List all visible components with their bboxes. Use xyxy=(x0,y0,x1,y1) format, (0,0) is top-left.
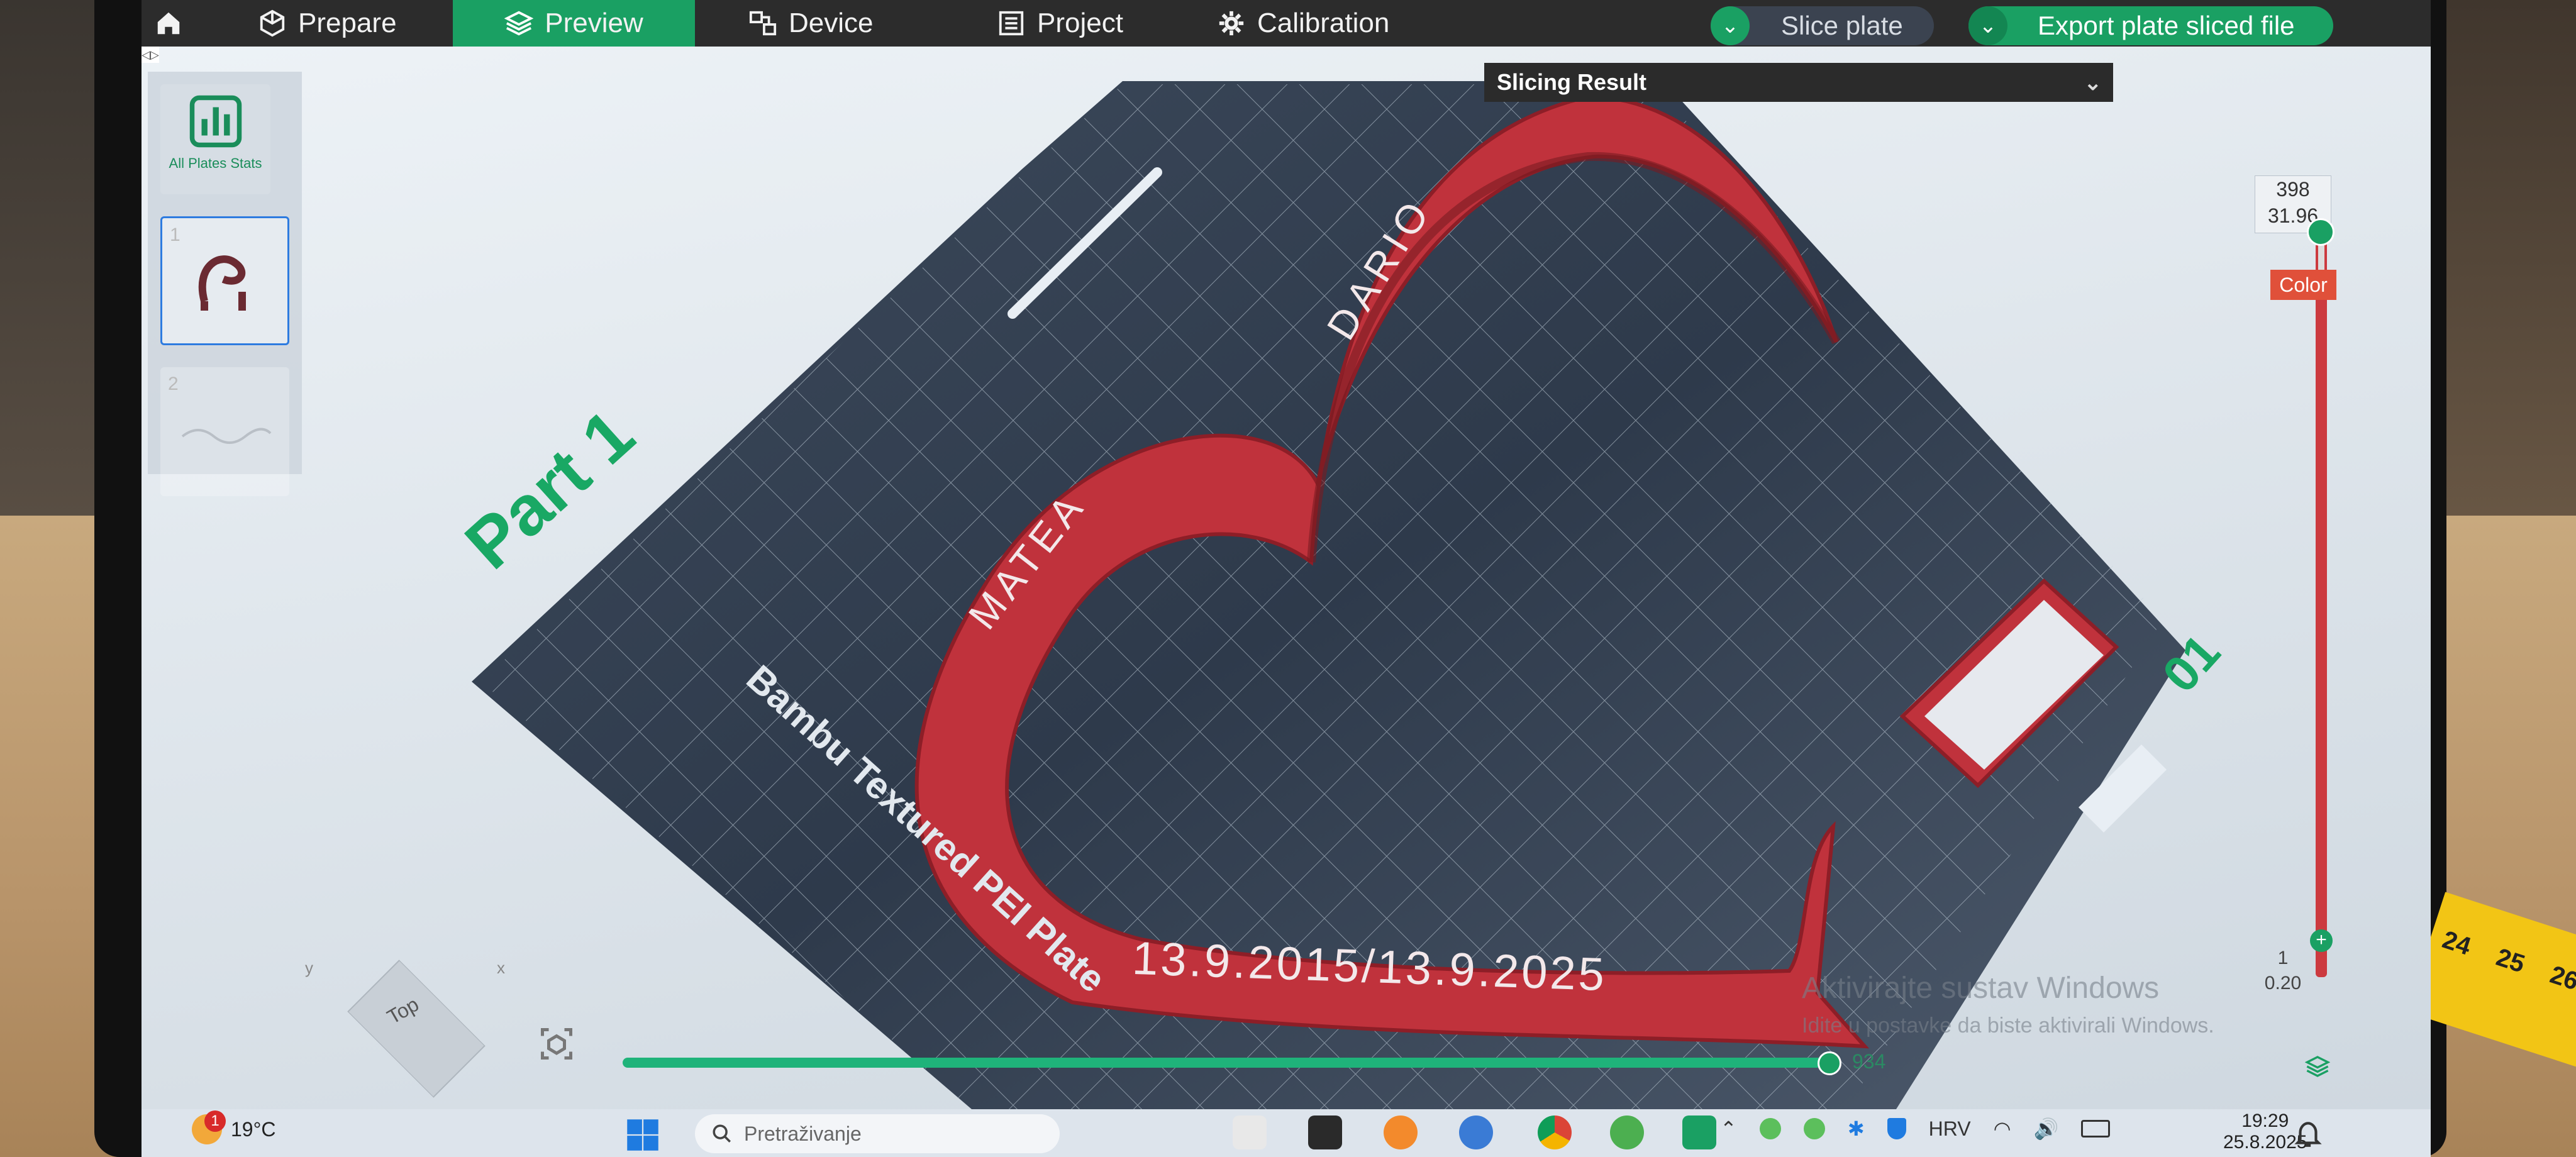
all-plates-stats-button[interactable]: All Plates Stats xyxy=(160,84,270,194)
all-plates-stats-label: All Plates Stats xyxy=(169,155,262,171)
activation-watermark-subtitle: Idite u postavke da biste aktivirali Win… xyxy=(1802,1014,2214,1038)
notification-badge: 1 xyxy=(204,1110,226,1132)
gear-icon xyxy=(1219,11,1244,36)
tab-calibration-label: Calibration xyxy=(1257,8,1390,38)
tape-number: 26 xyxy=(2546,960,2576,996)
layers-icon xyxy=(504,11,534,36)
store-icon[interactable] xyxy=(1308,1115,1342,1149)
utorrent-tray-icon-2[interactable] xyxy=(1803,1118,1825,1139)
laptop-screen: Prepare Preview Device Project Calibrati… xyxy=(142,0,2431,1157)
camera-reset-icon[interactable] xyxy=(538,1025,575,1063)
sun-icon: 1 xyxy=(192,1110,226,1144)
activation-watermark-title: Aktivirajte sustav Windows xyxy=(1802,972,2160,1005)
project-icon xyxy=(999,11,1024,36)
taskbar-search[interactable]: Pretraživanje xyxy=(695,1114,1060,1153)
app-icon[interactable] xyxy=(1459,1115,1493,1149)
defender-icon[interactable] xyxy=(1887,1118,1906,1139)
file-explorer-icon[interactable] xyxy=(1233,1115,1267,1149)
system-tray: ⌃ ✱ HRV ◠ 🔊 xyxy=(1720,1117,2111,1141)
plate-list-panel: All Plates Stats 1 2 xyxy=(148,72,302,496)
chrome-icon[interactable] xyxy=(1538,1115,1572,1149)
chevron-up-icon[interactable]: ⌃ xyxy=(1720,1117,1737,1141)
tab-device[interactable]: Device xyxy=(748,0,874,47)
top-toolbar: Prepare Preview Device Project Calibrati… xyxy=(142,0,2431,47)
device-icon xyxy=(749,11,777,36)
plate-thumbnail-1[interactable]: 1 xyxy=(160,216,289,345)
bottom-layer-height: 0.20 xyxy=(2264,973,2302,994)
top-layer-number: 398 xyxy=(2276,178,2310,201)
language-indicator[interactable]: HRV xyxy=(1929,1117,1971,1141)
move-slider-handle[interactable] xyxy=(1818,1051,1841,1075)
slicing-result-title: Slicing Result xyxy=(1497,69,1647,95)
battery-icon[interactable] xyxy=(2081,1120,2111,1138)
axis-y-label: y xyxy=(305,958,313,977)
chevron-down-icon[interactable]: ⌄ xyxy=(1968,6,2007,45)
panel-collapse-toggle[interactable]: ◁▷ xyxy=(142,47,159,63)
layers-toggle-icon[interactable] xyxy=(2305,1054,2330,1079)
export-plate-label: Export plate sliced file xyxy=(2038,11,2295,40)
volume-icon[interactable]: 🔊 xyxy=(2034,1117,2059,1141)
move-slider-value: 934 xyxy=(1852,1050,1886,1073)
chevron-double-down-icon[interactable]: ⌄ xyxy=(2084,70,2102,96)
bluetooth-icon[interactable]: ✱ xyxy=(1848,1117,1865,1141)
layer-slider-track[interactable] xyxy=(2316,235,2327,977)
search-icon xyxy=(713,1124,731,1143)
utorrent-icon[interactable] xyxy=(1610,1115,1644,1149)
windows-taskbar: 1 19°C Pretraživanje ⌃ ✱ HRV ◠ 🔊 19:29 2… xyxy=(142,1109,2431,1157)
layer-bottom-readout: 1 0.20 xyxy=(2245,946,2321,1002)
tape-number: 25 xyxy=(2492,943,2528,978)
slicing-result-panel[interactable]: Slicing Result ⌄ xyxy=(1484,63,2113,102)
tab-home[interactable] xyxy=(154,0,183,47)
tab-calibration[interactable]: Calibration xyxy=(1217,0,1389,47)
bottom-layer-number: 1 xyxy=(2277,948,2289,968)
home-icon xyxy=(157,12,180,35)
slice-plate-button[interactable]: ⌄ Slice plate xyxy=(1711,6,1934,45)
export-plate-button[interactable]: ⌄ Export plate sliced file xyxy=(1968,6,2333,45)
color-mode-badge[interactable]: Color xyxy=(2270,270,2336,300)
tab-prepare-label: Prepare xyxy=(298,8,397,38)
bambu-studio-icon[interactable] xyxy=(1682,1115,1716,1149)
tab-project[interactable]: Project xyxy=(997,0,1123,47)
notification-bell-icon[interactable] xyxy=(2292,1118,2324,1149)
tab-device-label: Device xyxy=(789,8,874,38)
slice-plate-label: Slice plate xyxy=(1781,11,1903,40)
utorrent-tray-icon[interactable] xyxy=(1759,1118,1781,1139)
plate-1-preview xyxy=(198,255,246,311)
weather-widget[interactable]: 1 19°C xyxy=(192,1110,276,1144)
chevron-down-icon[interactable]: ⌄ xyxy=(1711,6,1750,45)
axis-x-label: x xyxy=(497,958,505,977)
3d-viewport[interactable]: MATEA DARIO 13.9.2015/13.9.2025 Bambu Te… xyxy=(142,47,2431,1109)
layer-slider-top-handle[interactable] xyxy=(2307,218,2334,246)
plate-2-preview xyxy=(181,428,272,444)
tab-project-label: Project xyxy=(1037,8,1123,38)
bar-chart-icon xyxy=(189,95,242,148)
tab-prepare[interactable]: Prepare xyxy=(258,0,397,47)
plate-thumbnail-2[interactable]: 2 xyxy=(160,367,289,496)
search-placeholder: Pretraživanje xyxy=(744,1122,862,1145)
move-slider-track[interactable] xyxy=(623,1058,1830,1068)
tab-preview[interactable]: Preview xyxy=(453,0,695,47)
wifi-icon[interactable]: ◠ xyxy=(1994,1117,2011,1141)
tab-preview-label: Preview xyxy=(545,8,643,38)
tape-number: 24 xyxy=(2439,926,2475,961)
cube-icon xyxy=(260,9,285,37)
weather-temp: 19°C xyxy=(231,1117,276,1141)
windows-start-icon[interactable] xyxy=(626,1118,660,1152)
firefox-icon[interactable] xyxy=(1384,1115,1418,1149)
